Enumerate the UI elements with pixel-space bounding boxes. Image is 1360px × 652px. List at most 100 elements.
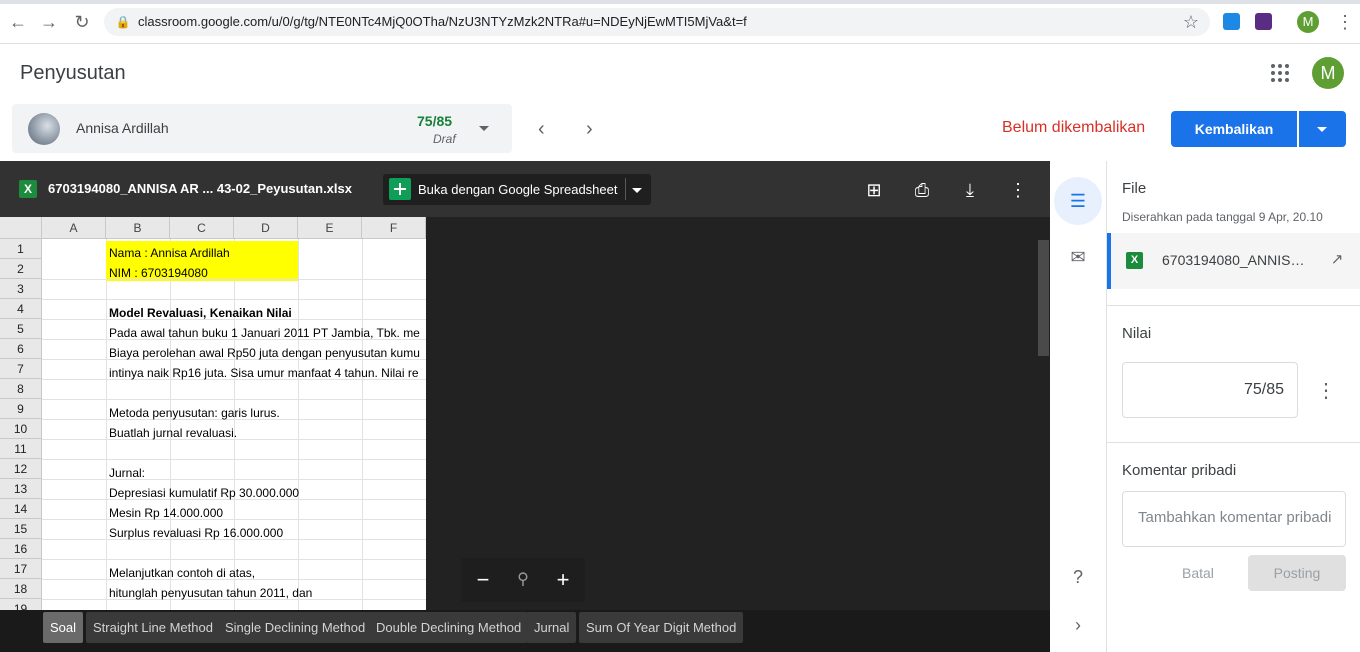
grade-value[interactable]: 75/85 <box>1244 381 1284 399</box>
cell-text: Buatlah jurnal revaluasi. <box>109 426 238 440</box>
row-header: 7 <box>0 359 42 379</box>
sheet-tab-single-declining[interactable]: Single Declining Method <box>218 612 373 643</box>
more-options-icon[interactable]: ⋮ <box>1006 178 1030 202</box>
column-header: D <box>234 217 298 239</box>
lock-icon: 🔒 <box>115 15 131 29</box>
back-icon[interactable]: ← <box>7 11 29 33</box>
url-text[interactable]: classroom.google.com/u/0/g/tg/NTE0NTc4Mj… <box>138 14 747 29</box>
cell-text: NIM : 6703194080 <box>109 266 208 280</box>
chevron-down-icon <box>1317 127 1327 132</box>
sheets-icon <box>389 178 411 200</box>
cancel-button[interactable]: Batal <box>1182 565 1214 581</box>
download-icon[interactable]: ⤓ <box>958 178 982 202</box>
browser-profile-avatar[interactable]: M <box>1297 11 1319 33</box>
cell-text: hitunglah penyusutan tahun 2011, dan <box>109 586 313 600</box>
reload-icon[interactable]: ↻ <box>71 11 93 33</box>
viewer-scrollbar[interactable] <box>1038 240 1049 356</box>
expand-icon[interactable]: › <box>1066 613 1090 637</box>
row-header: 19 <box>0 599 42 610</box>
assignment-details-icon[interactable]: ☰ <box>1066 189 1090 213</box>
row-header: 16 <box>0 539 42 559</box>
cell-text: Jurnal: <box>109 466 146 480</box>
browser-menu-icon[interactable]: ⋮ <box>1336 13 1354 31</box>
submitted-date: Diserahkan pada tanggal 9 Apr, 20.10 <box>1122 210 1323 224</box>
row-header: 6 <box>0 339 42 359</box>
column-header: E <box>298 217 362 239</box>
row-header: 4 <box>0 299 42 319</box>
next-student-icon[interactable]: › <box>586 118 593 141</box>
student-name: Annisa Ardillah <box>76 120 169 136</box>
row-header: 10 <box>0 419 42 439</box>
bookmark-star-icon[interactable]: ☆ <box>1180 11 1202 33</box>
sheet-tab-double-declining[interactable]: Double Declining Method <box>369 612 529 643</box>
add-comment-icon[interactable]: ⊞ <box>862 178 886 202</box>
account-avatar[interactable]: M <box>1312 57 1344 89</box>
excel-file-icon: X <box>1126 252 1143 269</box>
divider <box>1107 442 1360 443</box>
open-with-label: Buka dengan Google Spreadsheet <box>418 182 618 197</box>
student-grade: 75/85 <box>417 113 453 129</box>
row-header: 11 <box>0 439 42 459</box>
page-title: Penyusutan <box>20 62 126 84</box>
forward-icon[interactable]: → <box>38 11 60 33</box>
attachment-name[interactable]: 6703194080_ANNISA AR ... 43-02_Peyusutan… <box>1162 252 1312 268</box>
sheet-tab-jurnal[interactable]: Jurnal <box>527 612 577 643</box>
open-with-dropdown-icon[interactable] <box>632 188 642 193</box>
sheet-tab-soal[interactable]: Soal <box>43 612 84 643</box>
student-avatar <box>28 113 60 145</box>
zoom-reset-icon[interactable]: ⚲ <box>511 568 535 592</box>
comment-section-title: Komentar pribadi <box>1122 462 1237 479</box>
row-header: 15 <box>0 519 42 539</box>
row-header: 17 <box>0 559 42 579</box>
post-button[interactable]: Posting <box>1248 555 1346 591</box>
previous-student-icon[interactable]: ‹ <box>538 118 545 141</box>
cell-text: Pada awal tahun buku 1 Januari 2011 PT J… <box>109 326 420 340</box>
cell-text: Depresiasi kumulatif Rp 30.000.000 <box>109 486 300 500</box>
zoom-out-icon[interactable]: − <box>471 568 495 592</box>
row-header: 13 <box>0 479 42 499</box>
grade-more-icon[interactable]: ⋮ <box>1316 381 1336 401</box>
row-header: 14 <box>0 499 42 519</box>
spreadsheet-preview: A B C D E F 1 2 3 4 5 6 7 8 9 10 11 12 1… <box>0 217 426 610</box>
row-header: 5 <box>0 319 42 339</box>
return-status: Belum dikembalikan <box>1002 119 1146 136</box>
help-icon[interactable]: ? <box>1066 565 1090 589</box>
tab-strip <box>0 0 1360 4</box>
file-section-title: File <box>1122 180 1147 197</box>
cell-text: Metoda penyusutan: garis lurus. <box>109 406 280 420</box>
column-header: F <box>362 217 426 239</box>
row-header: 3 <box>0 279 42 299</box>
cell-text: Biaya perolehan awal Rp50 juta dengan pe… <box>109 346 420 360</box>
cell-text: Mesin Rp 14.000.000 <box>109 506 224 520</box>
row-header: 12 <box>0 459 42 479</box>
grade-section-title: Nilai <box>1122 325 1152 342</box>
return-button[interactable]: Kembalikan <box>1171 111 1297 147</box>
cell-text: Nama : Annisa Ardillah <box>109 246 230 260</box>
sheet-tab-straight-line[interactable]: Straight Line Method <box>86 612 220 643</box>
extension-icon[interactable] <box>1255 13 1272 30</box>
viewer-filename: 6703194080_ANNISA AR ... 43-02_Peyusutan… <box>48 181 352 196</box>
zoom-in-icon[interactable]: + <box>551 568 575 592</box>
print-icon[interactable]: ⎙ <box>910 178 934 202</box>
divider <box>625 178 626 200</box>
row-header: 18 <box>0 579 42 599</box>
cell-text: Surplus revaluasi Rp 16.000.000 <box>109 526 284 540</box>
column-header: C <box>170 217 234 239</box>
column-header: A <box>42 217 106 239</box>
apps-grid-icon[interactable] <box>1271 64 1289 82</box>
comments-icon[interactable]: ✉ <box>1066 245 1090 269</box>
chevron-down-icon[interactable] <box>479 126 489 131</box>
row-header: 9 <box>0 399 42 419</box>
excel-file-icon: X <box>19 180 37 198</box>
corner-header <box>0 217 42 239</box>
comment-placeholder[interactable]: Tambahkan komentar pribadi <box>1138 509 1334 526</box>
row-header: 2 <box>0 259 42 279</box>
cell-text: Model Revaluasi, Kenaikan Nilai <box>109 306 292 320</box>
open-external-icon[interactable]: ↗ <box>1328 251 1346 269</box>
grade-status: Draf <box>433 132 456 146</box>
sheet-tab-sum-of-year[interactable]: Sum Of Year Digit Method <box>579 612 744 643</box>
column-header: B <box>106 217 170 239</box>
cell-text: Melanjutkan contoh di atas, <box>109 566 256 580</box>
row-header: 1 <box>0 239 42 259</box>
extension-icon[interactable] <box>1223 13 1240 30</box>
